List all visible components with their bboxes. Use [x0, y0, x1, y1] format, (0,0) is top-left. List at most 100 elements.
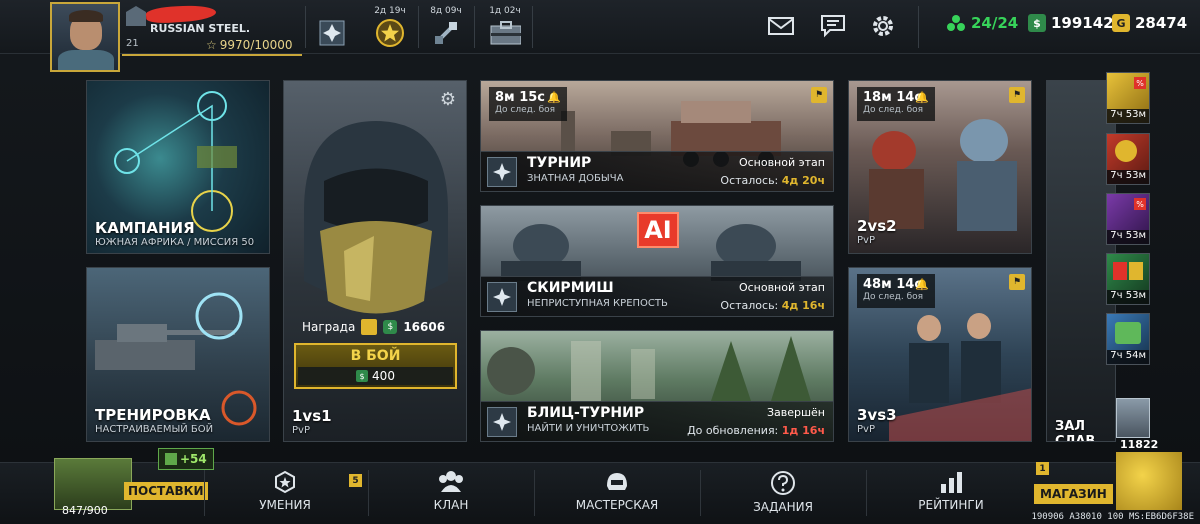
- helmet-icon: [607, 473, 627, 490]
- flag-icon: ⚑: [811, 87, 827, 103]
- mail-button[interactable]: [766, 12, 796, 40]
- supply-case-icon: [489, 18, 521, 48]
- gold-stack-icon: [1116, 452, 1182, 510]
- nav-clan[interactable]: КЛАН: [386, 470, 516, 520]
- divider: [305, 6, 306, 48]
- blitz-title: БЛИЦ-ТУРНИР: [527, 405, 645, 421]
- tournament-strip: ТУРНИР ЗНАТНАЯ ДОБЫЧА Основной этап Оста…: [481, 151, 833, 191]
- chat-icon: [821, 15, 845, 38]
- campaign-title: КАМПАНИЯ: [95, 219, 195, 237]
- nav-workshop-label: МАСТЕРСКАЯ: [575, 498, 659, 512]
- nav-clan-label: КЛАН: [433, 498, 469, 512]
- skirmish-card[interactable]: AI СКИРМИШ НЕПРИСТУПНАЯ КРЕПОСТЬ Основно…: [480, 205, 834, 317]
- discount-icon: %: [1134, 77, 1146, 89]
- blitz-update: До обновления: 1д 16ч: [687, 424, 825, 437]
- skills-icon: [275, 470, 295, 494]
- blitz-card[interactable]: БЛИЦ-ТУРНИР НАЙТИ И УНИЧТОЖИТЬ Завершён …: [480, 330, 834, 442]
- pvp-3vs3-card[interactable]: 48м 14с До след. боя 🔔 ⚑ 3vs3 PvP: [848, 267, 1032, 442]
- blitz-status: Завершён: [766, 406, 825, 419]
- shop-label: МАГАЗИН: [1034, 484, 1113, 504]
- supplies-bonus: +54: [158, 448, 214, 470]
- tournament-title: ТУРНИР: [527, 155, 592, 171]
- discount-icon: %: [1134, 198, 1146, 210]
- shop-badge: 1: [1036, 462, 1049, 475]
- training-card[interactable]: ТРЕНИРОВКА НАСТРАИВАЕМЫЙ БОЙ: [86, 267, 270, 442]
- training-title: ТРЕНИРОВКА: [95, 406, 211, 424]
- divider: [866, 470, 867, 516]
- units-offer[interactable]: 7ч 54м: [1106, 313, 1150, 365]
- tournament-card[interactable]: 8м 15с До след. боя 🔔 ⚑ ТУРНИР ЗНАТНАЯ Д…: [480, 80, 834, 192]
- campaign-card[interactable]: КАМПАНИЯ ЮЖНАЯ АФРИКА / МИССИЯ 50: [86, 80, 270, 254]
- gold-offer[interactable]: % 7ч 53м: [1106, 72, 1150, 124]
- credits-icon: $: [356, 370, 369, 382]
- booster-card-icon: [1113, 262, 1127, 280]
- player-info[interactable]: 21 RUSSIAN STEEL. ☆ 9970/10000: [122, 3, 302, 56]
- skills-badge: 5: [349, 474, 362, 487]
- clan-cross-icon: [487, 157, 517, 187]
- nav-ratings[interactable]: РЕЙТИНГИ: [886, 470, 1016, 520]
- hall-of-fame-title: ЗАЛ СЛАВ: [1055, 419, 1096, 442]
- battle-button-label: В БОЙ: [350, 348, 401, 364]
- blitz-subtitle: НАЙТИ И УНИЧТОЖИТЬ: [527, 423, 650, 434]
- boosters-offer[interactable]: 7ч 53м: [1106, 253, 1150, 305]
- units-icon: [1115, 322, 1141, 344]
- settings-icon[interactable]: ⚙: [440, 89, 456, 110]
- bell-icon: 🔔: [915, 278, 929, 291]
- ai-badge: AI: [637, 212, 679, 248]
- divider: [700, 470, 701, 516]
- supply-crate-icon: [54, 458, 132, 510]
- nav-missions-label: ЗАДАНИЯ: [753, 500, 813, 514]
- supplies-count: 847/900: [62, 504, 108, 517]
- reward-value: 16606: [403, 320, 446, 334]
- supply-plus-icon: [165, 453, 177, 465]
- event-supply-button[interactable]: 1д 02ч: [485, 6, 525, 50]
- clan-event-button[interactable]: [312, 6, 352, 50]
- gear-icon: [873, 16, 893, 36]
- debug-line: 190906 A38010 100 MS:EB6D6F38E: [1031, 512, 1194, 522]
- skirmish-title: СКИРМИШ: [527, 280, 614, 296]
- supplies-button[interactable]: +54 ПОСТАВКИ 847/900: [54, 448, 214, 524]
- energy-counter[interactable]: 24/24: [946, 14, 1018, 32]
- reward-row: Награда $ 16606: [302, 319, 445, 335]
- soldier-helmet-art: [304, 121, 448, 314]
- event-satellite-button[interactable]: 8д 09ч: [426, 6, 466, 50]
- clan-icon: [439, 471, 463, 492]
- settings-button[interactable]: [868, 12, 898, 40]
- chat-button[interactable]: [818, 12, 848, 40]
- crate-icon[interactable]: [1116, 398, 1150, 438]
- satellite-icon: [430, 18, 462, 48]
- pvp-2vs2-title: 2vs2: [857, 217, 897, 235]
- bar-chart-icon: [941, 472, 962, 493]
- pvp-3vs3-title: 3vs3: [857, 406, 897, 424]
- tournament-stage: Основной этап: [738, 156, 825, 169]
- pvp-1vs1-subtitle: PvP: [292, 425, 310, 436]
- tournament-timer: 8м 15с До след. боя 🔔: [489, 87, 567, 121]
- gold-counter[interactable]: G 28474: [1112, 14, 1187, 32]
- player-avatar[interactable]: [50, 2, 120, 72]
- flag-icon: ⚑: [1009, 87, 1025, 103]
- player-level: 21: [126, 38, 139, 49]
- pvp-2vs2-card[interactable]: 18м 14с До след. боя 🔔 ⚑ 2vs2 PvP: [848, 80, 1032, 254]
- medal-offer[interactable]: 7ч 53м: [1106, 133, 1150, 185]
- credits-counter[interactable]: $ 199142: [1028, 14, 1114, 32]
- nav-missions[interactable]: ЗАДАНИЯ: [718, 470, 848, 520]
- flag-icon: [361, 319, 378, 335]
- card-offer[interactable]: % 7ч 53м: [1106, 193, 1150, 245]
- nav-skills[interactable]: УМЕНИЯ: [220, 470, 350, 520]
- nav-workshop[interactable]: МАСТЕРСКАЯ: [552, 470, 682, 520]
- divider: [474, 6, 475, 48]
- training-subtitle: НАСТРАИВАЕМЫЙ БОЙ: [95, 424, 214, 435]
- player-name: RUSSIAN STEEL.: [150, 22, 251, 35]
- divider: [418, 6, 419, 48]
- battle-button[interactable]: В БОЙ $ 400: [294, 343, 457, 389]
- pvp-1vs1-card[interactable]: ⚙ Награда $ 16606 В БОЙ $ 400 1vs1 PvP: [283, 80, 467, 442]
- clan-cross-icon: [316, 18, 348, 48]
- star-medal-icon: [1115, 140, 1137, 162]
- flag-icon: ⚑: [1009, 274, 1025, 290]
- divider: [918, 6, 919, 48]
- star-medal-icon: [374, 18, 406, 48]
- credits-icon: $: [383, 320, 398, 334]
- supplies-label: ПОСТАВКИ: [124, 482, 208, 500]
- event-medal-button[interactable]: 2д 19ч: [370, 6, 410, 50]
- divider: [368, 470, 369, 516]
